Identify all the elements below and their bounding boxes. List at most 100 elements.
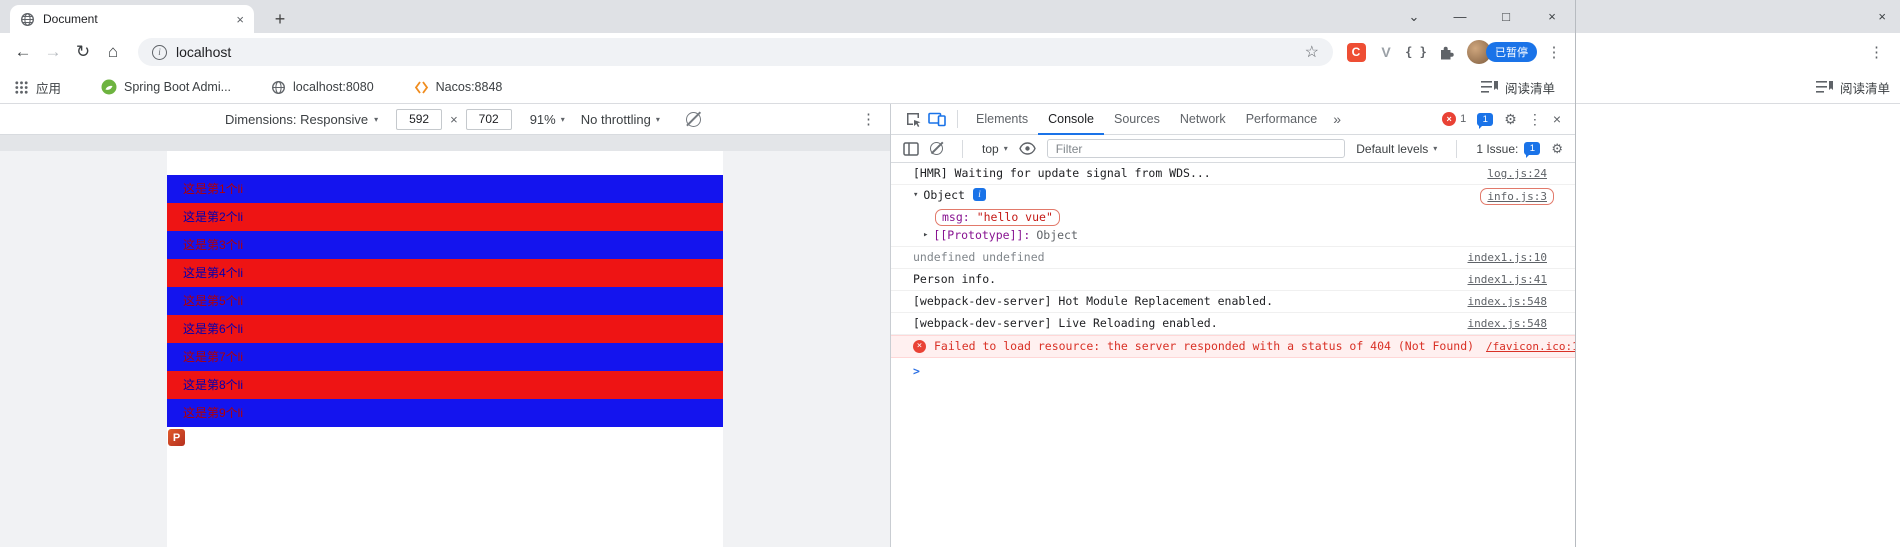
issues-button[interactable]: 1 Issue: 1 (1476, 141, 1541, 158)
context-value: top (982, 141, 999, 156)
list-item: 这是第5个li (167, 287, 723, 315)
tab-search-icon[interactable]: ⌄ (1391, 0, 1437, 33)
second-window-bookmarks: 阅读清单 (1576, 71, 1900, 104)
close-icon[interactable]: × (1878, 0, 1886, 33)
filter-input[interactable] (1046, 139, 1346, 158)
console-source-link[interactable]: index.js:548 (1456, 294, 1547, 309)
console-message: [webpack-dev-server] Hot Module Replacem… (913, 294, 1274, 308)
browser-menu-icon[interactable]: ⋮ (1869, 33, 1884, 71)
console-prompt[interactable]: > (891, 358, 1575, 382)
width-input[interactable] (396, 108, 443, 130)
bookmark-localhost-8080[interactable]: localhost:8080 (271, 80, 374, 95)
devtools-close-icon[interactable]: × (1553, 111, 1561, 127)
expand-open-icon[interactable]: ▾ (913, 188, 918, 203)
device-type-select[interactable]: Dimensions: Responsive ▾ (225, 112, 378, 127)
site-info-icon[interactable]: i (152, 44, 167, 60)
tab-elements[interactable]: Elements (966, 104, 1038, 135)
console-source-link[interactable]: log.js:24 (1475, 166, 1547, 181)
expand-closed-icon[interactable]: ▸ (923, 228, 928, 243)
bookmark-label: localhost:8080 (293, 80, 374, 94)
bookmarks-bar: 应用 Spring Boot Admi... localhost:8080 Na… (0, 71, 1575, 104)
browser-tab[interactable]: Document × (10, 5, 254, 33)
console-message: undefined undefined (913, 250, 1045, 264)
dimensions-separator: × (450, 111, 458, 127)
console-prompt-icon: > (913, 364, 920, 378)
console-row: [HMR] Waiting for update signal from WDS… (891, 163, 1575, 185)
braces-extension-icon[interactable]: { } (1404, 40, 1428, 64)
chevron-down-icon: ▾ (560, 114, 565, 124)
profile-button[interactable]: 已暂停 (1467, 40, 1537, 64)
globe-icon (271, 80, 286, 95)
tab-network[interactable]: Network (1170, 104, 1236, 135)
throttling-value: No throttling (580, 111, 651, 127)
rotate-icon[interactable] (685, 111, 701, 127)
console-row-prototype: ▸ [[Prototype]]: Object (891, 227, 1575, 247)
live-expression-eye-icon[interactable] (1018, 142, 1036, 155)
chevron-down-icon: ▾ (1003, 144, 1008, 153)
apps-shortcut[interactable]: 应用 (14, 78, 61, 97)
console-row-error: × Failed to load resource: the server re… (891, 335, 1579, 358)
reading-list-label: 阅读清单 (1839, 81, 1890, 96)
forward-icon[interactable]: → (40, 39, 66, 65)
device-toolbar-menu-icon[interactable]: ⋮ (861, 110, 876, 128)
close-icon[interactable]: × (1529, 0, 1575, 33)
bookmark-label: Spring Boot Admi... (124, 80, 232, 94)
console-settings-icon[interactable]: ⚙ (1551, 141, 1563, 157)
extension-c-icon[interactable]: C (1344, 40, 1368, 64)
tab-performance[interactable]: Performance (1236, 104, 1328, 135)
reading-list-icon (1480, 80, 1498, 94)
settings-gear-icon[interactable]: ⚙ (1504, 111, 1517, 128)
url-text[interactable]: localhost (176, 44, 231, 60)
tab-strip: Document × + ⌄ — □ × (0, 0, 1575, 33)
separator (957, 110, 958, 128)
console-source-link[interactable]: index.js:548 (1456, 316, 1547, 331)
zoom-value: 91% (529, 111, 556, 127)
second-window-sliver: × ⋮ 阅读清单 (1575, 0, 1900, 547)
browser-menu-icon[interactable]: ⋮ (1543, 43, 1565, 61)
devtools-menu-icon[interactable]: ⋮ (1528, 111, 1542, 128)
bookmark-star-icon[interactable]: ☆ (1305, 42, 1319, 62)
console-source-link[interactable]: info.js:3 (1480, 188, 1554, 205)
list-item: 这是第3个li (167, 231, 723, 259)
console-source-link[interactable]: index1.js:41 (1456, 272, 1547, 287)
globe-favicon-icon (20, 12, 35, 27)
maximize-icon[interactable]: □ (1483, 0, 1529, 33)
more-tabs-icon[interactable]: » (1327, 111, 1347, 127)
zoom-select[interactable]: 91% ▾ (530, 112, 565, 127)
device-toolbar-toggle-icon[interactable] (925, 107, 949, 131)
issues-badge[interactable]: 1 (1477, 112, 1494, 129)
second-window-tabstrip: × (1576, 0, 1900, 33)
tab-sources[interactable]: Sources (1104, 104, 1170, 135)
console-sidebar-icon[interactable] (903, 141, 919, 156)
home-icon[interactable]: ⌂ (100, 39, 126, 65)
throttling-select[interactable]: No throttling ▾ (581, 112, 660, 127)
issues-label: 1 Issue: (1476, 141, 1519, 156)
height-input[interactable] (465, 108, 512, 130)
javascript-context-select[interactable]: top ▾ (982, 142, 1008, 156)
console-row-property: msg: "hello vue" (891, 208, 1575, 227)
inspect-element-icon[interactable] (901, 107, 925, 131)
device-mode-ruler (0, 135, 890, 151)
bookmark-label: Nacos:8848 (435, 80, 503, 94)
console-source-link[interactable]: /favicon.ico:1 (1474, 339, 1579, 354)
clear-console-icon[interactable] (930, 142, 943, 155)
new-tab-button[interactable]: + (266, 5, 294, 33)
reload-icon[interactable]: ↻ (70, 39, 96, 65)
error-count-button[interactable]: × 1 (1442, 112, 1466, 126)
bookmark-spring-boot[interactable]: Spring Boot Admi... (101, 79, 231, 95)
extensions-puzzle-icon[interactable] (1434, 40, 1458, 64)
object-label[interactable]: Object (923, 188, 965, 203)
bookmark-nacos[interactable]: Nacos:8848 (414, 80, 503, 95)
vue-devtools-icon[interactable]: V (1374, 40, 1398, 64)
back-icon[interactable]: ← (10, 39, 36, 65)
error-icon: × (1442, 112, 1457, 126)
error-icon: × (913, 340, 926, 353)
nacos-icon (414, 80, 429, 95)
address-bar[interactable]: i localhost ☆ (138, 38, 1333, 66)
reading-list-button[interactable]: 阅读清单 (1480, 78, 1555, 97)
log-levels-select[interactable]: Default levels ▾ (1356, 142, 1437, 156)
tab-console[interactable]: Console (1038, 104, 1104, 135)
console-source-link[interactable]: index1.js:10 (1456, 250, 1547, 265)
minimize-icon[interactable]: — (1437, 0, 1483, 33)
tab-close-icon[interactable]: × (236, 12, 244, 27)
